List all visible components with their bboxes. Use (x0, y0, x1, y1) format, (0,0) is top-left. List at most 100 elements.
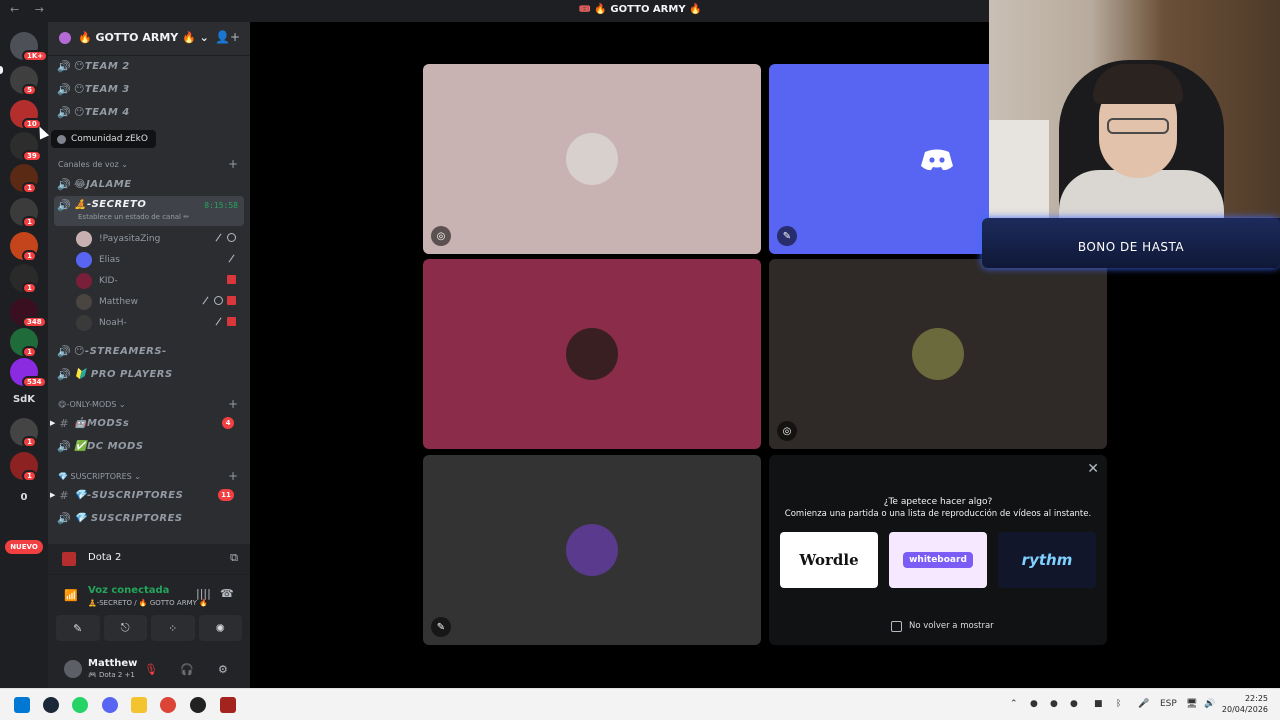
channel-item[interactable]: 🔊 🧘-SECRETO 8:15:58 Establece un estado de … (54, 196, 244, 226)
channel-item[interactable]: 🔊 😶TEAM 2 (54, 56, 244, 76)
channel-item[interactable]: 🔊 😶TEAM 3 (54, 79, 244, 99)
add-channel-icon[interactable]: + (228, 469, 238, 483)
activity-panel[interactable]: Dota 2 ⧉ (48, 544, 250, 574)
channel-category[interactable]: 💎 SUSCRIPTORES ⌄ (58, 472, 141, 481)
invite-icon[interactable]: 👤+ (215, 30, 240, 44)
banner-text: BONO DE HASTA (1077, 240, 1185, 254)
voice-user-status (227, 275, 236, 284)
system-clock[interactable]: 22:25 20/04/2026 (1222, 693, 1268, 715)
stream-banner: BONO DE HASTA (982, 218, 1280, 268)
streamer-hair (1093, 64, 1183, 104)
rythm-card[interactable]: rythm (998, 532, 1096, 588)
tray-steam-icon[interactable]: ● (1070, 699, 1078, 709)
camera-off-icon (227, 296, 236, 305)
channel-item[interactable]: 🔊 🔰 PRO PLAYERS (54, 364, 244, 384)
whiteboard-card[interactable]: whiteboard (889, 532, 987, 588)
nuevo-badge[interactable]: NUEVO (5, 540, 43, 554)
voice-user[interactable]: Elias (76, 250, 244, 270)
mic-muted-icon[interactable]: 🎙 (144, 663, 158, 676)
activities-button[interactable]: ⁘ (151, 615, 195, 641)
username[interactable]: Matthew (88, 658, 137, 669)
close-icon[interactable]: ✕ (1087, 461, 1099, 477)
tray-network-icon[interactable]: 🖥 (1186, 699, 1197, 709)
voice-user[interactable]: !PayasitaZing (76, 229, 244, 249)
screen-share-button[interactable]: ⎋ (103, 615, 147, 641)
channel-item[interactable]: 🔊 💎 SUSCRIPTORES (54, 508, 244, 528)
channel-status-hint[interactable]: Establece un estado de canal ✏ (78, 213, 189, 221)
participant-tile[interactable]: ◎ (769, 259, 1107, 449)
tray-lang[interactable]: ESP (1160, 699, 1177, 709)
noise-suppression-icon[interactable]: |||| (196, 587, 211, 600)
channel-label: 🤖MODSs (74, 417, 130, 429)
channel-label: 🧘-SECRETO (74, 199, 147, 210)
mention-badge: 4 (222, 417, 234, 429)
participant-tile[interactable] (423, 259, 761, 449)
channel-item[interactable]: 🔊 😂JALAME (54, 174, 244, 194)
channel-item[interactable]: # 💎-SUSCRIPTORES 11 ▶ (50, 485, 244, 505)
tile-status-icon: ✎ (431, 617, 451, 637)
voice-channel-icon: 🔊 (57, 367, 71, 381)
soundboard-button[interactable]: ✺ (198, 615, 242, 641)
voice-status[interactable]: Voz conectada (88, 585, 169, 596)
wordle-card[interactable]: Wordle (780, 532, 878, 588)
dont-show-label[interactable]: No volver a mostrar (909, 621, 994, 631)
participant-tile[interactable]: ◎ (423, 64, 761, 254)
avatar[interactable] (64, 660, 82, 678)
start-icon[interactable] (14, 697, 30, 713)
tray-bluetooth-icon[interactable]: ᛒ (1116, 699, 1121, 709)
discord-logo-icon (921, 149, 953, 171)
camera-off-icon (227, 317, 236, 326)
channel-item[interactable]: 🔊 😶TEAM 4 (54, 102, 244, 122)
tile-status-icon: ◎ (431, 226, 451, 246)
avatar (76, 315, 92, 331)
chrome-icon[interactable] (160, 697, 176, 713)
channel-item[interactable]: 🔊 😶-STREAMERS- (54, 341, 244, 361)
server-badge: 1 (22, 216, 37, 228)
avatar (566, 133, 618, 185)
tray-app-icon[interactable]: ● (1050, 699, 1058, 709)
disconnect-icon[interactable]: ☎ (220, 587, 234, 600)
signal-icon[interactable]: 📶 (64, 589, 78, 602)
voice-user[interactable]: KID- (76, 271, 244, 291)
channel-item[interactable]: 🔊 ✅DC MODS (54, 436, 244, 456)
overlay-icon[interactable]: ⧉ (230, 551, 238, 565)
channel-item[interactable]: # 🤖MODSs 4 ▶ (50, 413, 244, 433)
tray-app-icon[interactable]: ● (1030, 699, 1038, 709)
deafened-icon (214, 296, 223, 305)
deafened-icon (227, 233, 236, 242)
add-channel-icon[interactable]: + (228, 157, 238, 171)
server-11-label[interactable]: SdK (6, 394, 42, 405)
server-badge: 348 (22, 316, 47, 328)
guild-icon (59, 32, 71, 44)
file-explorer-icon[interactable] (131, 697, 147, 713)
tray-app-icon[interactable]: ■ (1094, 699, 1103, 709)
voice-user[interactable]: Matthew (76, 292, 244, 312)
dota2-icon[interactable] (220, 697, 236, 713)
dont-show-checkbox[interactable] (891, 621, 902, 632)
server-badge: 1 (22, 470, 37, 482)
deafen-icon[interactable]: 🎧 (180, 663, 194, 676)
guild-name[interactable]: 🔥 GOTTO ARMY 🔥 ⌄ (78, 31, 209, 44)
discord-icon[interactable] (102, 697, 118, 713)
tray-chevron-icon[interactable]: ⌃ (1010, 699, 1018, 709)
settings-icon[interactable]: ⚙ (218, 663, 228, 676)
avatar (76, 252, 92, 268)
add-channel-icon[interactable]: + (228, 397, 238, 411)
participant-tile[interactable]: ✎ (423, 455, 761, 645)
voice-user[interactable]: NoaH- (76, 313, 244, 333)
voice-channel-path[interactable]: 🧘-SECRETO / 🔥 GOTTO ARMY 🔥 (88, 599, 208, 607)
mention-badge: 11 (218, 489, 234, 501)
server-badge: 1 (22, 182, 37, 194)
whatsapp-icon[interactable] (72, 697, 88, 713)
channel-category[interactable]: Canales de voz ⌄ (58, 160, 128, 169)
obs-icon[interactable] (190, 697, 206, 713)
camera-button[interactable]: ✎ (56, 615, 100, 641)
steam-icon[interactable] (43, 697, 59, 713)
guild-header[interactable]: 🔥 GOTTO ARMY 🔥 ⌄ 👤+ (48, 22, 250, 56)
channel-category[interactable]: 😋-ONLY-MODS ⌄ (58, 400, 126, 409)
tray-mic-icon[interactable]: 🎤 (1138, 699, 1149, 709)
tray-volume-icon[interactable]: 🔊 (1204, 699, 1215, 709)
channel-label: 😶TEAM 2 (74, 60, 130, 72)
call-timer: 8:15:58 (204, 201, 238, 210)
server-14-label[interactable]: 0 (6, 492, 42, 503)
